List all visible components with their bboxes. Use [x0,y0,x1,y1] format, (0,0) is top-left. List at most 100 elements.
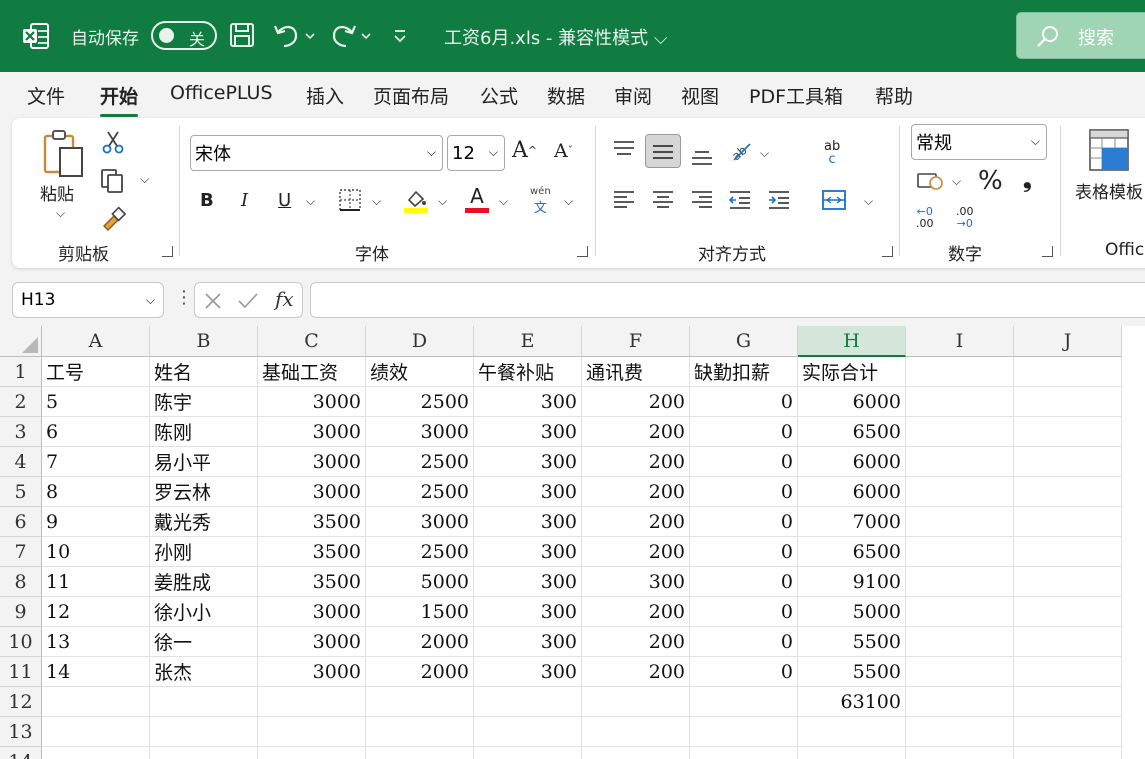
cell-C9[interactable]: 3000 [258,597,366,627]
cell-A10[interactable]: 13 [42,627,150,657]
column-header[interactable]: J [1014,326,1122,357]
italic-button[interactable]: I [241,190,248,211]
font-color-icon[interactable]: A [464,184,490,214]
cell-G4[interactable]: 0 [690,447,798,477]
number-launcher-icon[interactable] [1042,246,1053,257]
orientation-dropdown-icon[interactable]: ⌵ [760,146,769,161]
cell-B14[interactable] [150,747,258,759]
cell-C13[interactable] [258,717,366,747]
cancel-icon[interactable] [203,291,223,311]
cell-A13[interactable] [42,717,150,747]
cell-B10[interactable]: 徐一 [150,627,258,657]
cell-A12[interactable] [42,687,150,717]
cell-H11[interactable]: 5500 [798,657,906,687]
row-header[interactable]: 13 [0,717,42,747]
cell-B1[interactable]: 姓名 [150,357,258,387]
cell-J10[interactable] [1014,627,1122,657]
cell-D12[interactable] [366,687,474,717]
cell-B9[interactable]: 徐小小 [150,597,258,627]
column-header[interactable]: D [366,326,474,357]
row-header[interactable]: 3 [0,417,42,447]
cell-I6[interactable] [906,507,1014,537]
merge-dropdown-icon[interactable]: ⌵ [864,194,873,209]
undo-icon[interactable] [272,22,318,48]
cell-E1[interactable]: 午餐补贴 [474,357,582,387]
cell-H1[interactable]: 实际合计 [798,357,906,387]
cell-D6[interactable]: 3000 [366,507,474,537]
accounting-dropdown-icon[interactable]: ⌵ [952,174,961,189]
cell-D9[interactable]: 1500 [366,597,474,627]
redo-icon[interactable] [330,22,376,48]
align-right-icon[interactable] [691,190,713,210]
cell-F8[interactable]: 300 [582,567,690,597]
cell-H2[interactable]: 6000 [798,387,906,417]
tab-review[interactable]: 审阅 [614,82,652,109]
cut-icon[interactable] [102,130,124,154]
cell-J7[interactable] [1014,537,1122,567]
cell-I3[interactable] [906,417,1014,447]
borders-dropdown-icon[interactable]: ⌵ [372,194,381,209]
merge-center-icon[interactable] [821,188,847,212]
column-header[interactable]: I [906,326,1014,357]
cell-H6[interactable]: 7000 [798,507,906,537]
cell-E2[interactable]: 300 [474,387,582,417]
cell-G7[interactable]: 0 [690,537,798,567]
accounting-format-icon[interactable] [916,170,944,192]
cell-F11[interactable]: 200 [582,657,690,687]
cell-E6[interactable]: 300 [474,507,582,537]
cell-C5[interactable]: 3000 [258,477,366,507]
cell-D7[interactable]: 2500 [366,537,474,567]
phonetic-icon[interactable]: wén 文 [530,186,551,216]
borders-icon[interactable] [338,188,362,212]
cell-A9[interactable]: 12 [42,597,150,627]
cell-G3[interactable]: 0 [690,417,798,447]
cell-G13[interactable] [690,717,798,747]
cell-C4[interactable]: 3000 [258,447,366,477]
cell-G8[interactable]: 0 [690,567,798,597]
cell-E10[interactable]: 300 [474,627,582,657]
alignment-launcher-icon[interactable] [882,246,893,257]
tab-pdf-toolbox[interactable]: PDF工具箱 [749,82,843,109]
column-header[interactable]: B [150,326,258,357]
cell-A6[interactable]: 9 [42,507,150,537]
cell-J6[interactable] [1014,507,1122,537]
column-header[interactable]: H [798,326,906,357]
cell-A1[interactable]: 工号 [42,357,150,387]
cell-E13[interactable] [474,717,582,747]
cell-F7[interactable]: 200 [582,537,690,567]
cell-I11[interactable] [906,657,1014,687]
select-all-button[interactable] [0,326,42,357]
increase-font-size-icon[interactable]: A ^ [512,138,537,163]
cell-B5[interactable]: 罗云林 [150,477,258,507]
tab-data[interactable]: 数据 [547,82,585,109]
cell-D1[interactable]: 绩效 [366,357,474,387]
cell-C1[interactable]: 基础工资 [258,357,366,387]
comma-style-button[interactable]: ❟ [1023,168,1032,193]
row-header[interactable]: 5 [0,477,42,507]
enter-icon[interactable] [237,291,259,311]
fill-color-icon[interactable] [402,186,430,214]
cell-A7[interactable]: 10 [42,537,150,567]
cell-I4[interactable] [906,447,1014,477]
tab-insert[interactable]: 插入 [306,82,344,109]
tab-home[interactable]: 开始 [100,82,139,117]
cell-C12[interactable] [258,687,366,717]
row-header[interactable]: 4 [0,447,42,477]
clipboard-launcher-icon[interactable] [162,246,173,257]
search-box[interactable]: 搜索 [1016,12,1145,59]
percent-style-button[interactable]: % [978,166,1003,196]
tab-view[interactable]: 视图 [681,82,719,109]
cell-E7[interactable]: 300 [474,537,582,567]
decrease-font-size-icon[interactable]: Aˇ [554,140,573,162]
formula-input[interactable] [310,282,1145,318]
cell-C3[interactable]: 3000 [258,417,366,447]
orientation-icon[interactable]: ab [728,138,754,164]
cell-D5[interactable]: 2500 [366,477,474,507]
tab-help[interactable]: 帮助 [875,82,913,109]
customize-qat-icon[interactable] [392,26,408,46]
cell-J2[interactable] [1014,387,1122,417]
cell-J3[interactable] [1014,417,1122,447]
cell-H3[interactable]: 6500 [798,417,906,447]
cell-A2[interactable]: 5 [42,387,150,417]
cell-I2[interactable] [906,387,1014,417]
